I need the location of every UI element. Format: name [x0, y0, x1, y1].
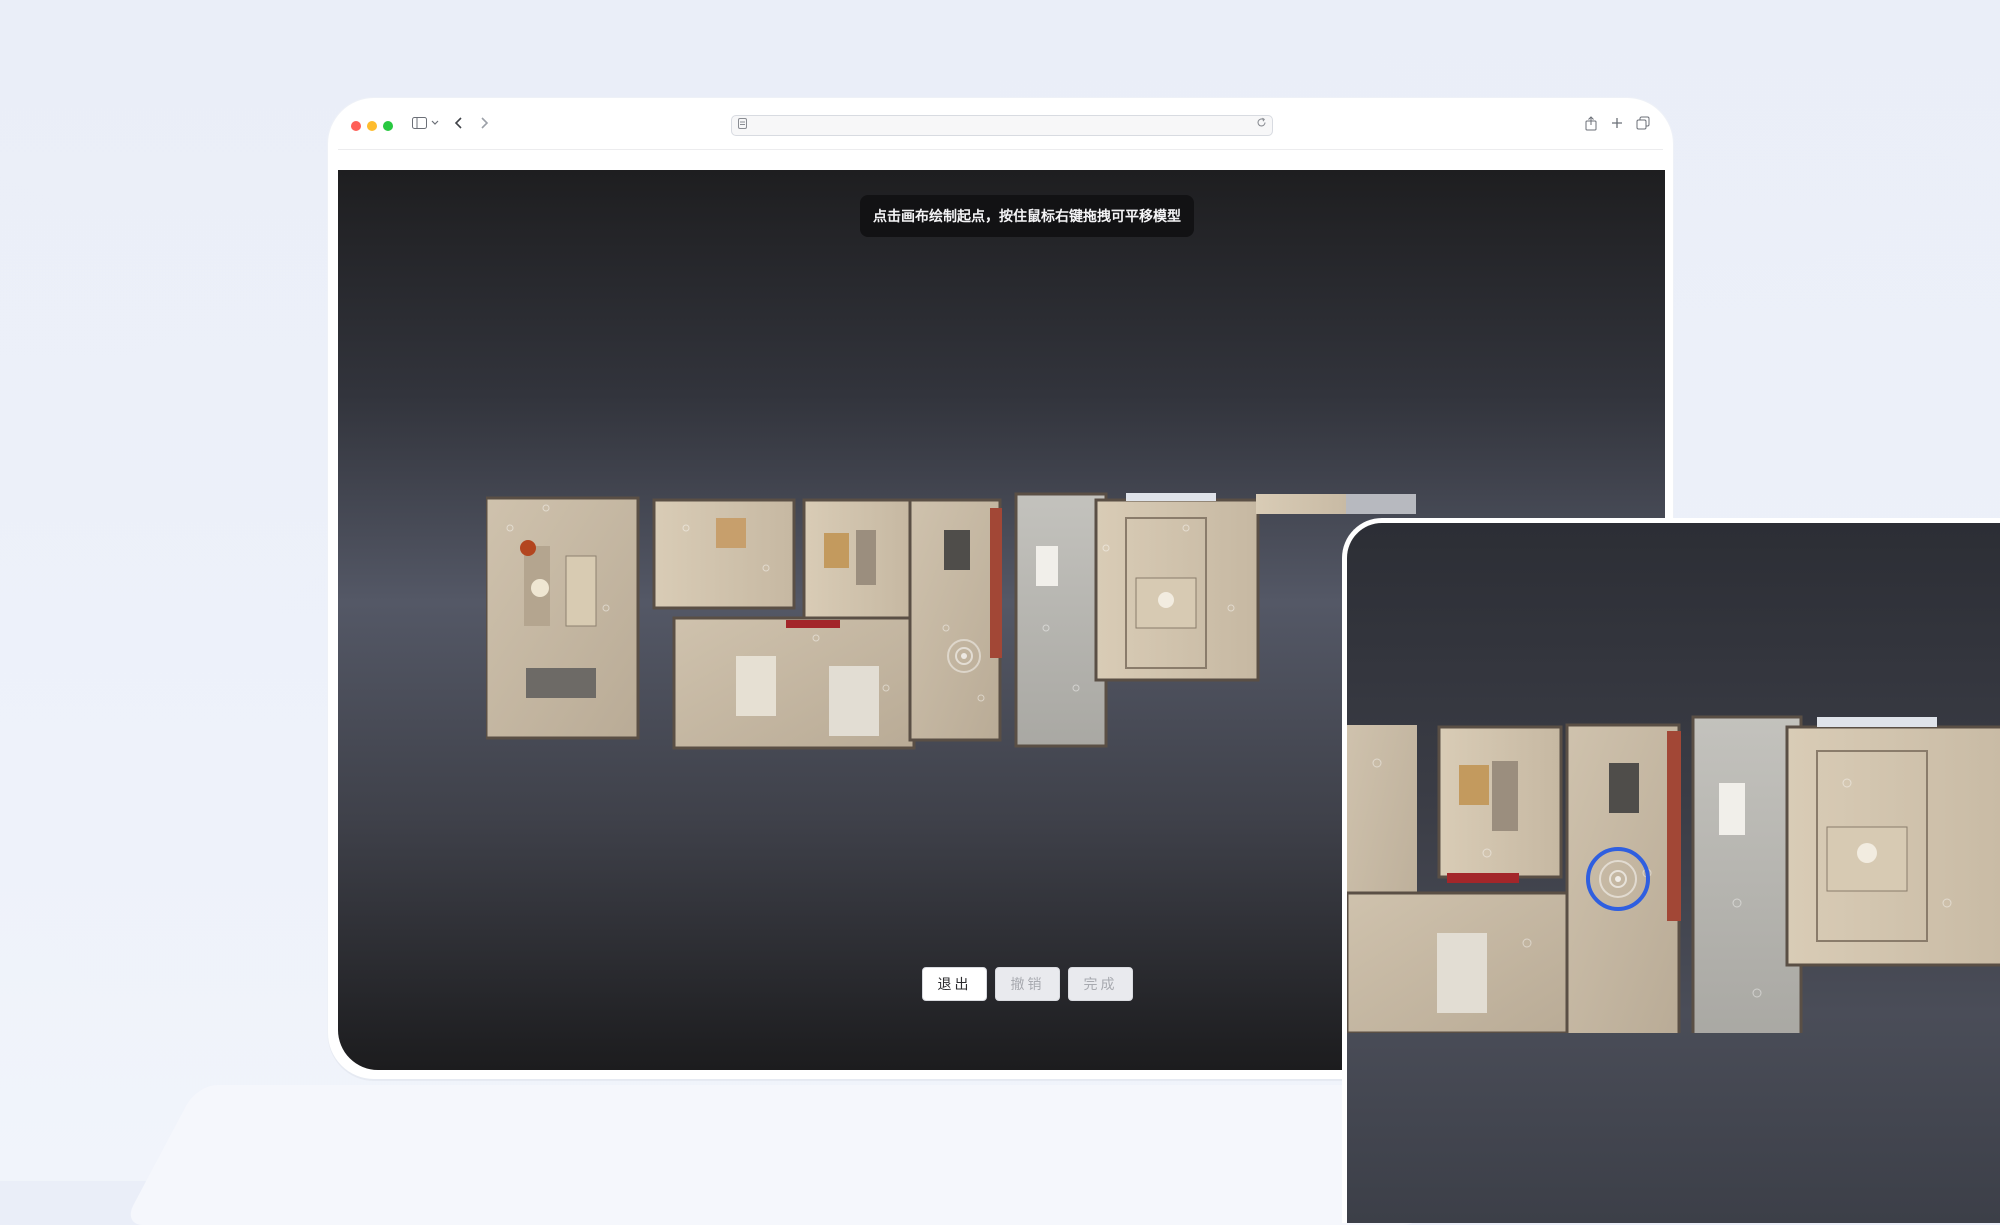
share-icon[interactable] — [1582, 112, 1600, 134]
sidebar-icon[interactable] — [408, 112, 430, 134]
floor-shadow — [122, 1085, 1498, 1225]
done-button[interactable]: 完成 — [1068, 967, 1133, 1001]
page-icon — [738, 118, 750, 132]
forward-icon[interactable] — [475, 112, 493, 134]
magnified-floorplan — [1347, 715, 2000, 1033]
window-controls — [351, 121, 393, 131]
canvas-hint: 点击画布绘制起点，按住鼠标右键拖拽可平移模型 — [860, 195, 1194, 237]
tabs-overview-icon[interactable] — [1634, 112, 1652, 134]
exit-button[interactable]: 退出 — [922, 967, 987, 1001]
action-bar: 退出 撤销 完成 — [922, 967, 1133, 1001]
zoom-window-button[interactable] — [383, 121, 393, 131]
magnifier-panel — [1342, 518, 2000, 1223]
back-icon[interactable] — [450, 112, 468, 134]
toolbar-divider — [338, 149, 1663, 150]
reload-icon[interactable] — [1256, 117, 1267, 131]
minimize-window-button[interactable] — [367, 121, 377, 131]
new-tab-icon[interactable] — [1608, 112, 1626, 134]
address-bar[interactable] — [731, 115, 1273, 136]
close-window-button[interactable] — [351, 121, 361, 131]
undo-button[interactable]: 撤销 — [995, 967, 1060, 1001]
chevron-down-icon[interactable] — [429, 112, 441, 134]
